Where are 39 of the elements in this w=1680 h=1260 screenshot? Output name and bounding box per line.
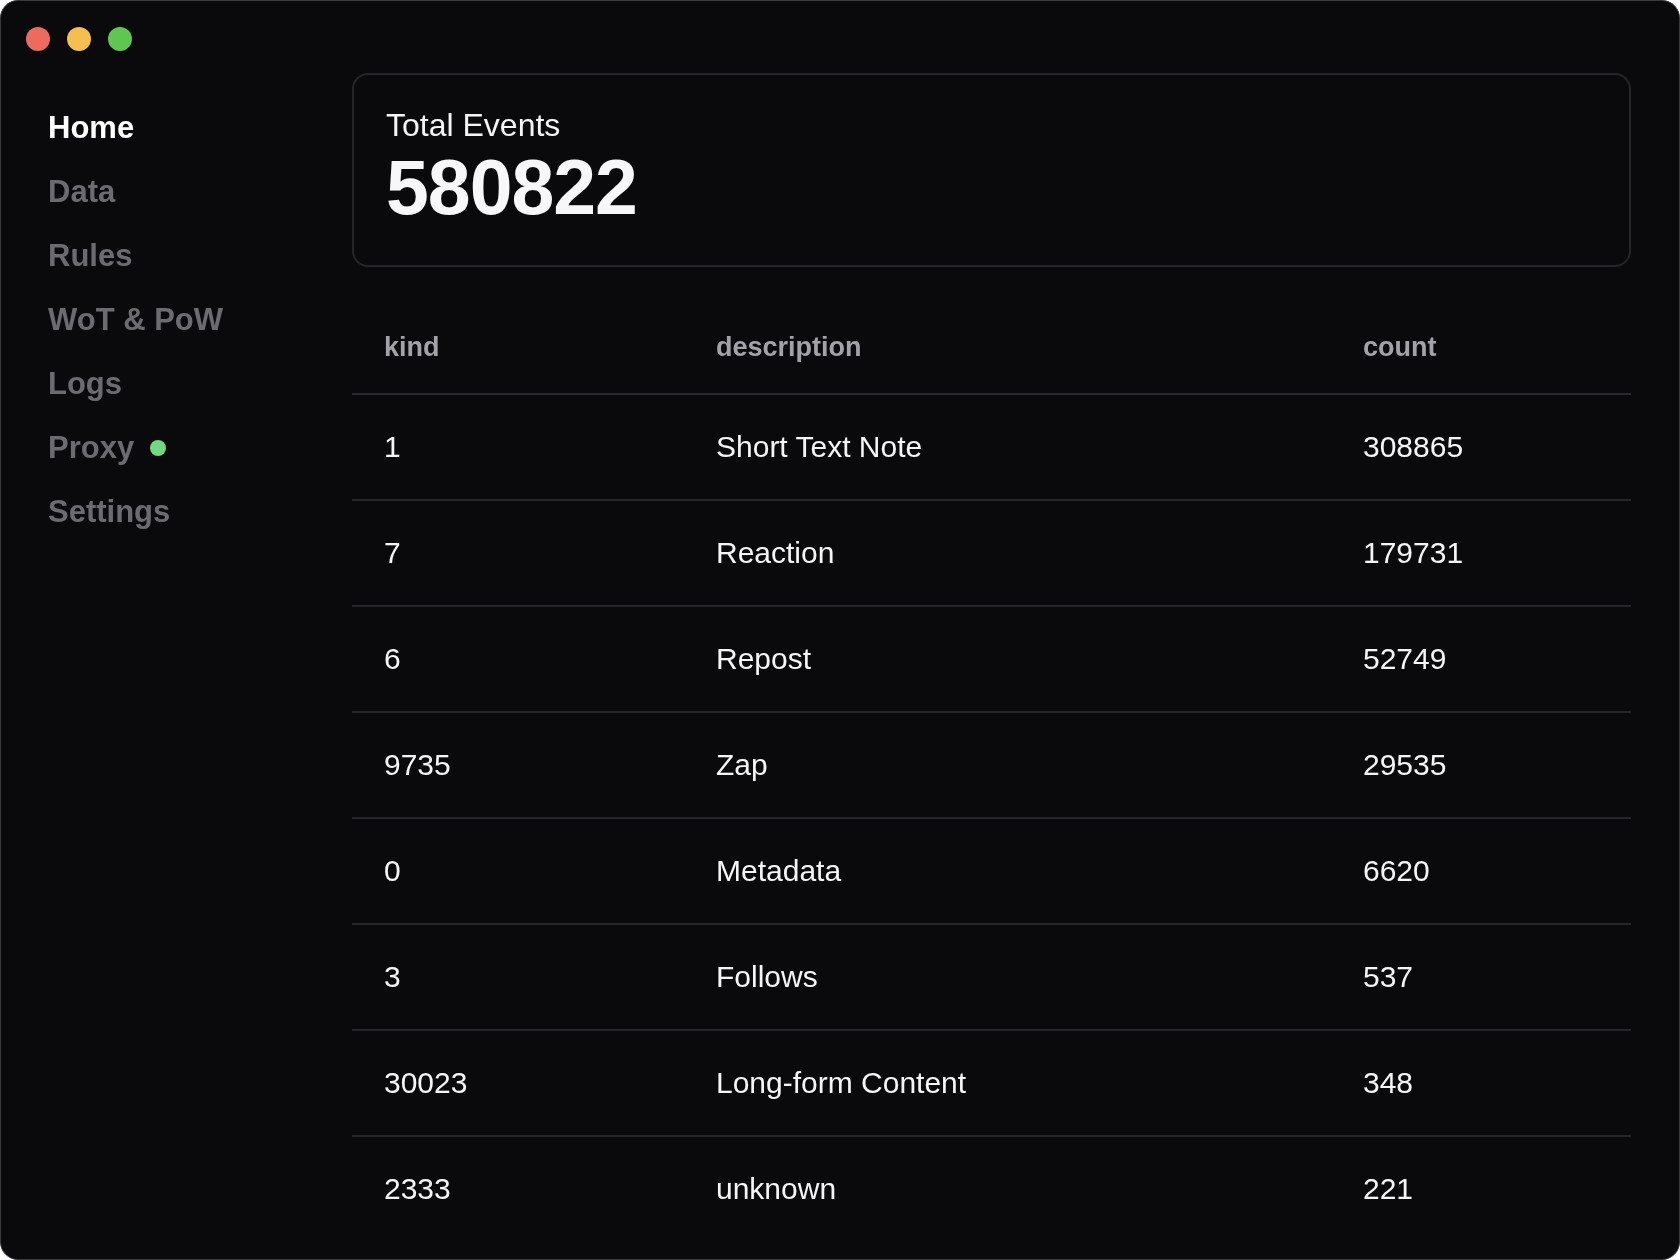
table-cell: 7 [384, 536, 401, 569]
table-cell: 2333 [384, 1172, 451, 1205]
summary-value: 580822 [386, 145, 637, 229]
sidebar-item[interactable]: Logs [48, 365, 123, 403]
column-header: description [716, 331, 862, 362]
table-cell: 6620 [1363, 854, 1430, 887]
table-cell: Repost [716, 642, 812, 675]
table-cell: 30023 [384, 1066, 468, 1099]
table-cell: 1 [384, 430, 401, 463]
table-cell: Long-form Content [716, 1066, 967, 1099]
table-cell: 348 [1363, 1066, 1414, 1099]
sidebar-item[interactable]: Settings [48, 493, 171, 531]
sidebar-item[interactable]: WoT & PoW [48, 301, 224, 339]
table-cell: 221 [1363, 1172, 1414, 1205]
close-button[interactable] [26, 26, 50, 51]
sidebar-item[interactable]: Proxy [48, 429, 135, 467]
sidebar-item[interactable]: Home [48, 109, 135, 147]
table-cell: 9735 [384, 748, 451, 781]
table-cell: 52749 [1363, 642, 1447, 675]
table-cell: Short Text Note [716, 430, 923, 463]
table-cell: Zap [716, 748, 768, 781]
table-cell: 6 [384, 642, 401, 675]
maximize-button[interactable] [108, 26, 132, 51]
sidebar-item[interactable]: Rules [48, 237, 133, 275]
table-cell: unknown [716, 1172, 837, 1205]
table-cell: 29535 [1363, 748, 1447, 781]
table-cell: Follows [716, 960, 818, 993]
summary-label: Total Events [386, 106, 561, 145]
table-cell: 308865 [1363, 430, 1464, 463]
table-cell: 0 [384, 854, 401, 887]
table-cell: 537 [1363, 960, 1414, 993]
minimize-button[interactable] [67, 26, 91, 51]
column-header: kind [384, 331, 440, 362]
sidebar-item[interactable]: Data [48, 173, 116, 211]
table-cell: Reaction [716, 536, 835, 569]
table-cell: 3 [384, 960, 401, 993]
table-cell: 179731 [1363, 536, 1464, 569]
table-cell: Metadata [716, 854, 842, 887]
column-header: count [1363, 331, 1437, 362]
